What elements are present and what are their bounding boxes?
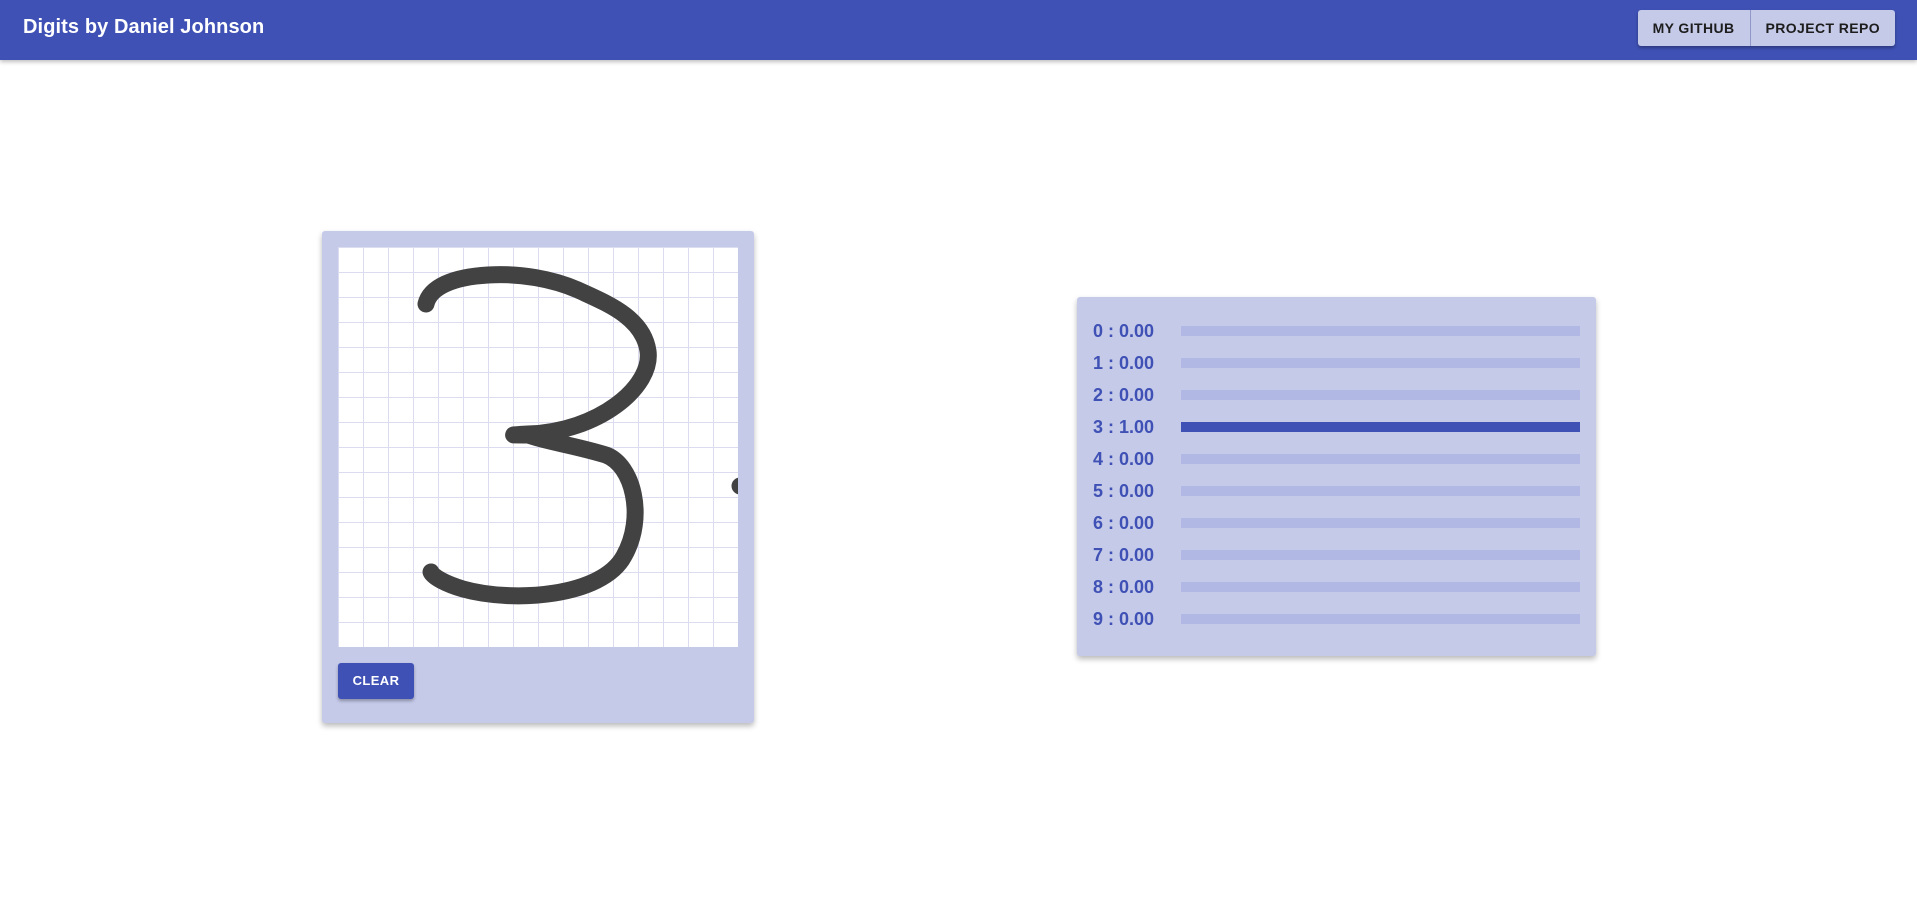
prediction-row: 4 : 0.00 [1093,443,1580,475]
probability-bar [1180,614,1580,624]
prediction-label: 0 : 0.00 [1093,320,1155,341]
nav-button-group: MY GITHUB PROJECT REPO [1637,10,1896,46]
prediction-label: 5 : 0.00 [1093,480,1155,501]
prediction-label: 7 : 0.00 [1093,544,1155,565]
digit-upper-stroke [417,266,657,444]
prediction-label: 1 : 0.00 [1093,352,1155,373]
prediction-row: 0 : 0.00 [1093,315,1580,347]
my-github-button[interactable]: MY GITHUB [1638,10,1750,46]
probability-bar [1180,390,1580,400]
drawing-canvas[interactable] [338,247,738,647]
probability-fill [1180,422,1580,432]
probability-bar [1180,326,1580,336]
prediction-label: 3 : 1.00 [1093,416,1155,437]
prediction-row: 8 : 0.00 [1093,571,1580,603]
probability-bar [1180,550,1580,560]
prediction-label: 9 : 0.00 [1093,608,1155,629]
prediction-row: 3 : 1.00 [1093,411,1580,443]
prediction-label: 2 : 0.00 [1093,384,1155,405]
stray-dot [731,477,738,495]
prediction-row: 5 : 0.00 [1093,475,1580,507]
digit-lower-stroke [422,426,644,605]
project-repo-button[interactable]: PROJECT REPO [1749,10,1896,46]
prediction-row: 6 : 0.00 [1093,507,1580,539]
prediction-row: 1 : 0.00 [1093,347,1580,379]
probability-bar [1180,582,1580,592]
app-bar: Digits by Daniel Johnson MY GITHUB PROJE… [0,0,1917,60]
clear-button[interactable]: CLEAR [338,663,414,699]
probability-bar [1180,454,1580,464]
prediction-row: 7 : 0.00 [1093,539,1580,571]
probability-bar [1180,486,1580,496]
prediction-label: 8 : 0.00 [1093,576,1155,597]
app-title: Digits by Daniel Johnson [23,16,265,38]
probability-bar [1180,422,1580,432]
handwritten-digit-strokes [417,266,738,605]
prediction-list: 0 : 0.00 1 : 0.00 2 : 0.00 3 : 1.00 4 : … [1093,315,1580,635]
probability-bar [1180,358,1580,368]
prediction-row: 2 : 0.00 [1093,379,1580,411]
prediction-label: 6 : 0.00 [1093,512,1155,533]
prediction-label: 4 : 0.00 [1093,448,1155,469]
prediction-card: 0 : 0.00 1 : 0.00 2 : 0.00 3 : 1.00 4 : … [1077,297,1596,656]
prediction-row: 9 : 0.00 [1093,603,1580,635]
drawing-card: CLEAR [322,231,754,723]
probability-bar [1180,518,1580,528]
